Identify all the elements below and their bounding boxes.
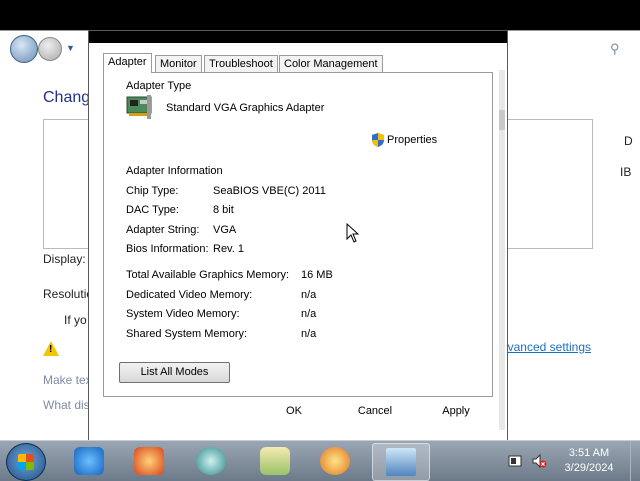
tab-monitor[interactable]: Monitor [155,55,202,72]
graphics-card-icon [126,95,152,119]
bios-info-label: Bios Information: [126,243,209,255]
action-center-icon[interactable] [507,453,523,469]
uac-shield-icon [372,133,384,147]
apply-button[interactable]: Apply [426,405,486,417]
volume-muted-icon[interactable] [531,453,547,469]
taskbar-internet-explorer[interactable] [64,443,114,479]
system-memory-label: System Video Memory: [126,308,240,320]
properties-button[interactable]: Properties [372,133,437,147]
taskbar-display-settings[interactable] [372,443,430,481]
dialog-titlebar[interactable] [89,31,507,43]
show-desktop-button[interactable] [630,441,640,481]
mouse-cursor-icon [346,223,360,243]
adapter-tab-panel: Adapter Type Standard VGA Graphics Adapt… [103,72,493,397]
forward-button[interactable] [38,37,62,61]
adapter-string-value: VGA [213,224,237,236]
make-text-larger-link[interactable]: Make tex [43,373,92,387]
warning-icon [43,341,59,356]
dac-type-value: 8 bit [213,204,234,216]
detect-label[interactable]: D [624,134,633,148]
clock-date: 3/29/2024 [564,462,614,474]
cancel-button[interactable]: Cancel [345,405,405,417]
media-player-icon [134,447,164,475]
adapter-properties-dialog: Adapter Monitor Troubleshoot Color Manag… [88,30,508,441]
chip-type-value: SeaBIOS VBE(C) 2011 [213,185,326,197]
adapter-info-label: Adapter Information [126,165,223,177]
tab-color-management[interactable]: Color Management [279,55,383,72]
search-icon[interactable]: ⚲ [610,41,620,57]
list-all-modes-button[interactable]: List All Modes [119,362,230,383]
tab-troubleshoot[interactable]: Troubleshoot [204,55,278,72]
display-label: Display: [43,252,86,266]
adapter-type-label: Adapter Type [126,80,192,92]
resolution-label: Resolutio [43,287,94,301]
total-memory-value: 16 MB [301,269,333,281]
background-scrollbar[interactable] [499,70,505,430]
identify-label[interactable]: IB [620,165,631,179]
warning-text: If yo [64,313,87,327]
properties-button-label: Properties [387,134,438,146]
back-button[interactable] [10,35,38,63]
system-memory-value: n/a [301,308,317,320]
chip-type-label: Chip Type: [126,185,179,197]
recent-pages-dropdown-icon[interactable]: ▼ [66,43,75,53]
taskbar-network[interactable] [186,443,236,479]
display-settings-icon [386,448,416,476]
media-center-icon [320,447,350,475]
ok-button[interactable]: OK [264,405,324,417]
dedicated-memory-value: n/a [301,289,317,301]
tab-adapter[interactable]: Adapter [103,53,152,73]
shared-memory-label: Shared System Memory: [126,328,248,340]
adapter-string-label: Adapter String: [126,224,200,236]
page-heading: Chang [43,89,91,106]
network-icon [196,447,226,475]
internet-explorer-icon [74,447,104,475]
what-display-settings-link[interactable]: What dis [43,398,90,412]
dac-type-label: DAC Type: [126,204,179,216]
bios-info-value: Rev. 1 [213,243,244,255]
system-clock[interactable]: 3:51 AM 3/29/2024 [560,446,618,476]
scrollbar-thumb[interactable] [499,110,505,130]
taskbar: 3:51 AM 3/29/2024 [0,440,640,481]
control-panel-icon [260,447,290,475]
shared-memory-value: n/a [301,328,317,340]
adapter-name: Standard VGA Graphics Adapter [166,102,325,114]
dedicated-memory-label: Dedicated Video Memory: [126,289,253,301]
total-memory-label: Total Available Graphics Memory: [126,269,290,281]
taskbar-media-player[interactable] [124,443,174,479]
advanced-settings-link[interactable]: Advanced settings [507,340,591,354]
start-button[interactable] [6,443,46,481]
taskbar-media-center[interactable] [310,443,360,479]
clock-time: 3:51 AM [568,447,610,459]
taskbar-control-panel[interactable] [250,443,300,479]
